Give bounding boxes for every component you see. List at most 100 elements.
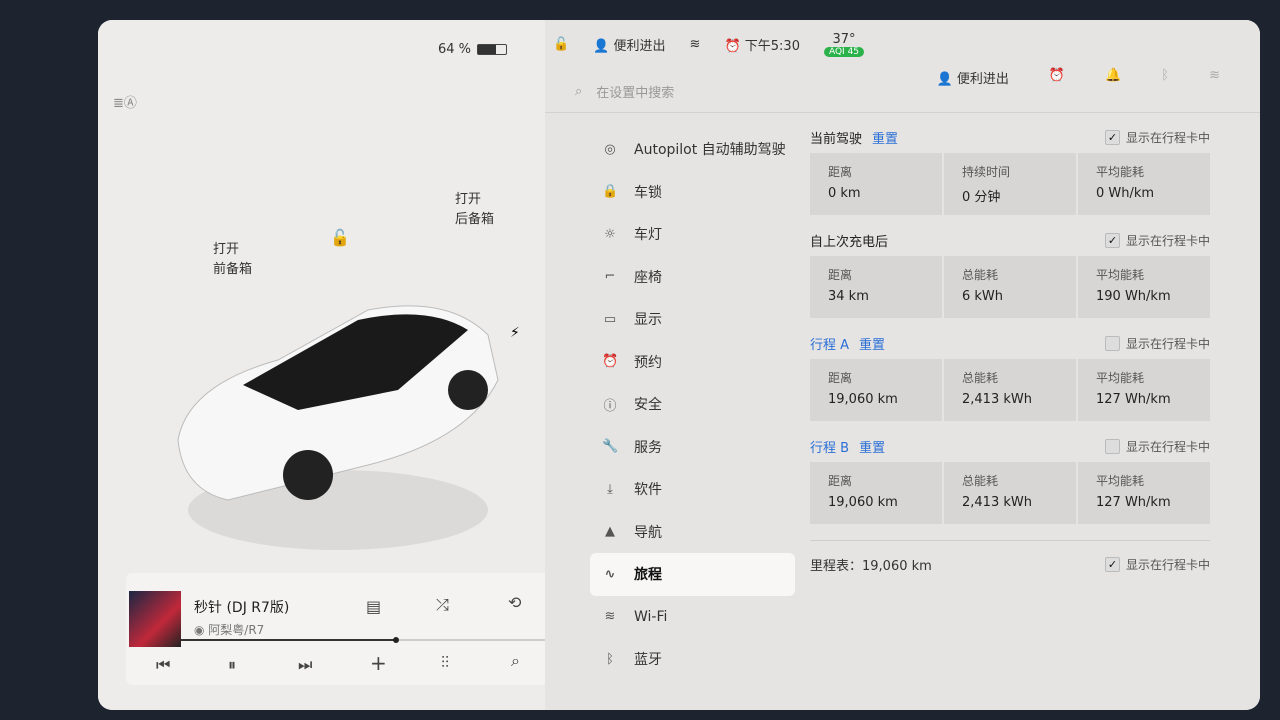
equalizer-icon[interactable]: ⫶⫶ <box>441 653 449 673</box>
battery-icon <box>477 44 508 55</box>
stat-cell: 平均能耗 190 Wh/km <box>1078 256 1210 318</box>
menu-item-0[interactable]: ◎ Autopilot 自动辅助驾驶 <box>590 128 795 171</box>
screen: 64 % ≣Ⓐ 打开 前备箱 打开 后备箱 🔓 ⚡ 秒针 (DJ R7版) ◉ 阿梨… <box>98 20 1260 710</box>
checkbox-label: 显示在行程卡中 <box>1125 440 1210 454</box>
checkbox[interactable]: ✓ <box>1104 557 1120 572</box>
pause-icon[interactable]: ⏸ <box>228 655 236 675</box>
alarm-icon[interactable]: ⏰ <box>1049 68 1065 87</box>
bluetooth-icon[interactable]: ᛒ <box>1161 68 1169 87</box>
repeat-icon[interactable]: ⟲ <box>508 593 521 612</box>
stat-value: 6 kWh <box>962 289 1004 304</box>
menu-item-label: 安全 <box>634 397 662 414</box>
stat-value: 2,413 kWh <box>962 392 1032 407</box>
stat-label: 距离 <box>828 474 853 488</box>
car-panel: 64 % ≣Ⓐ 打开 前备箱 打开 后备箱 🔓 ⚡ 秒针 (DJ R7版) ◉ 阿梨… <box>98 20 556 710</box>
stat-cell: 总能耗 2,413 kWh <box>944 462 1076 524</box>
checkbox-label: 显示在行程卡中 <box>1125 234 1210 248</box>
wifi-icon: ≋ <box>604 609 616 625</box>
lock-status-icon[interactable]: 🔓 <box>553 37 569 52</box>
trip-title: 自上次充电后 <box>810 235 889 250</box>
bell-icon[interactable]: 🔔 <box>1105 68 1121 87</box>
frunk-button[interactable]: 打开 前备箱 <box>213 240 252 280</box>
search-icon: ⌕ <box>575 84 583 99</box>
reset-button[interactable]: 重置 <box>859 338 885 353</box>
checkbox[interactable] <box>1104 336 1120 351</box>
time-status: ⏰ 下午5:30 <box>724 35 800 54</box>
menu-item-10[interactable]: ∿ 旅程 <box>590 553 795 596</box>
track-artist: ◉ 阿梨粤/R7 <box>194 623 265 637</box>
search-icon[interactable]: ⌕ <box>511 651 520 671</box>
wifi-status-icon: ≋ <box>689 37 701 52</box>
top-status-bar: 🔓 👤 便利进出 ≋ ⏰ 下午5:30 37° AQI 45 <box>553 32 865 57</box>
odometer-checkbox[interactable]: ✓ 显示在行程卡中 <box>1104 555 1210 574</box>
menu-item-5[interactable]: ⏰ 预约 <box>590 341 795 384</box>
stat-label: 总能耗 <box>962 268 999 282</box>
stat-value: 127 Wh/km <box>1096 495 1171 510</box>
steering-wheel-icon: ◎ <box>604 141 616 157</box>
trunk-action: 打开 <box>455 192 482 207</box>
stat-value: 0 Wh/km <box>1096 186 1155 201</box>
lock-icon: 🔒 <box>602 184 619 200</box>
stat-cell: 距离 34 km <box>810 256 942 318</box>
alarm-icon: ⏰ <box>602 354 619 370</box>
shuffle-icon[interactable]: ⤮ <box>436 595 449 615</box>
checkbox[interactable]: ✓ <box>1104 130 1120 145</box>
checkbox-label: 显示在行程卡中 <box>1125 337 1210 351</box>
menu-item-3[interactable]: ⌐ 座椅 <box>590 256 795 299</box>
menu-item-2[interactable]: ☼ 车灯 <box>590 213 795 256</box>
stat-cell: 距离 19,060 km <box>810 359 942 421</box>
menu-item-9[interactable]: ▲ 导航 <box>590 511 795 554</box>
stat-value: 19,060 km <box>828 495 898 510</box>
trunk-button[interactable]: 打开 后备箱 <box>455 190 494 230</box>
menu-item-label: 车锁 <box>634 184 662 201</box>
trip-section: 自上次充电后 ✓ 显示在行程卡中距离 34 km 总能耗 6 kWh 平均能耗 190 Wh/… <box>810 231 1210 318</box>
wifi-icon[interactable]: ≋ <box>1209 68 1220 87</box>
stat-value: 127 Wh/km <box>1096 392 1171 407</box>
trip-title: 行程 A <box>810 338 850 353</box>
menu-item-label: Autopilot 自动辅助驾驶 <box>634 142 786 159</box>
unlock-icon[interactable]: 🔓 <box>330 228 350 247</box>
next-icon[interactable]: ⏭ <box>298 655 312 675</box>
profile-button[interactable]: 👤 便利进出 <box>937 68 1009 87</box>
menu-item-8[interactable]: ⤓ 软件 <box>590 468 795 511</box>
headlight-icon[interactable]: ≣Ⓐ <box>113 92 137 111</box>
seat-icon: ⌐ <box>604 269 616 285</box>
show-in-card-checkbox[interactable]: 显示在行程卡中 <box>1104 335 1210 352</box>
show-in-card-checkbox[interactable]: ✓ 显示在行程卡中 <box>1104 129 1210 146</box>
reset-button[interactable]: 重置 <box>872 132 898 147</box>
menu-item-label: 车灯 <box>634 227 662 244</box>
menu-item-12[interactable]: ᛒ 蓝牙 <box>590 638 795 681</box>
show-in-card-checkbox[interactable]: ✓ 显示在行程卡中 <box>1104 232 1210 249</box>
reset-button[interactable]: 重置 <box>859 441 885 456</box>
checkbox[interactable] <box>1104 439 1120 454</box>
navigation-icon: ▲ <box>605 524 615 540</box>
menu-item-label: 旅程 <box>634 567 662 584</box>
previous-icon[interactable]: ⏮ <box>156 655 170 675</box>
trip-section: 行程 A 重置 显示在行程卡中距离 19,060 km 总能耗 2,413 kWh 平均能耗… <box>810 334 1210 421</box>
stat-value: 34 km <box>828 289 869 304</box>
aqi-badge: AQI 45 <box>823 47 865 57</box>
menu-item-6[interactable]: ⓘ 安全 <box>590 383 795 426</box>
stat-value: 0 km <box>828 186 861 201</box>
light-icon: ☼ <box>604 226 616 242</box>
stat-cell: 距离 0 km <box>810 153 942 215</box>
show-in-card-checkbox[interactable]: 显示在行程卡中 <box>1104 438 1210 455</box>
checkbox[interactable]: ✓ <box>1104 233 1120 248</box>
profile-name: 便利进出 <box>613 39 666 54</box>
menu-item-7[interactable]: 🔧 服务 <box>590 426 795 469</box>
lyrics-icon[interactable]: ▤ <box>366 597 381 616</box>
stat-cell: 持续时间 0 分钟 <box>944 153 1076 215</box>
menu-item-4[interactable]: ▭ 显示 <box>590 298 795 341</box>
add-icon[interactable]: + <box>370 651 387 675</box>
stat-label: 平均能耗 <box>1096 371 1145 385</box>
menu-item-label: 座椅 <box>634 269 662 286</box>
settings-search[interactable]: ⌕ 在设置中搜索 <box>575 82 674 101</box>
progress-bar[interactable] <box>181 637 551 643</box>
charge-port-icon[interactable]: ⚡ <box>510 325 520 341</box>
stat-label: 总能耗 <box>962 474 999 488</box>
stat-cell: 平均能耗 0 Wh/km <box>1078 153 1210 215</box>
menu-item-11[interactable]: ≋ Wi-Fi <box>590 596 795 639</box>
profile-status[interactable]: 👤 便利进出 <box>593 35 665 54</box>
menu-item-1[interactable]: 🔒 车锁 <box>590 171 795 214</box>
stat-cell: 总能耗 2,413 kWh <box>944 359 1076 421</box>
